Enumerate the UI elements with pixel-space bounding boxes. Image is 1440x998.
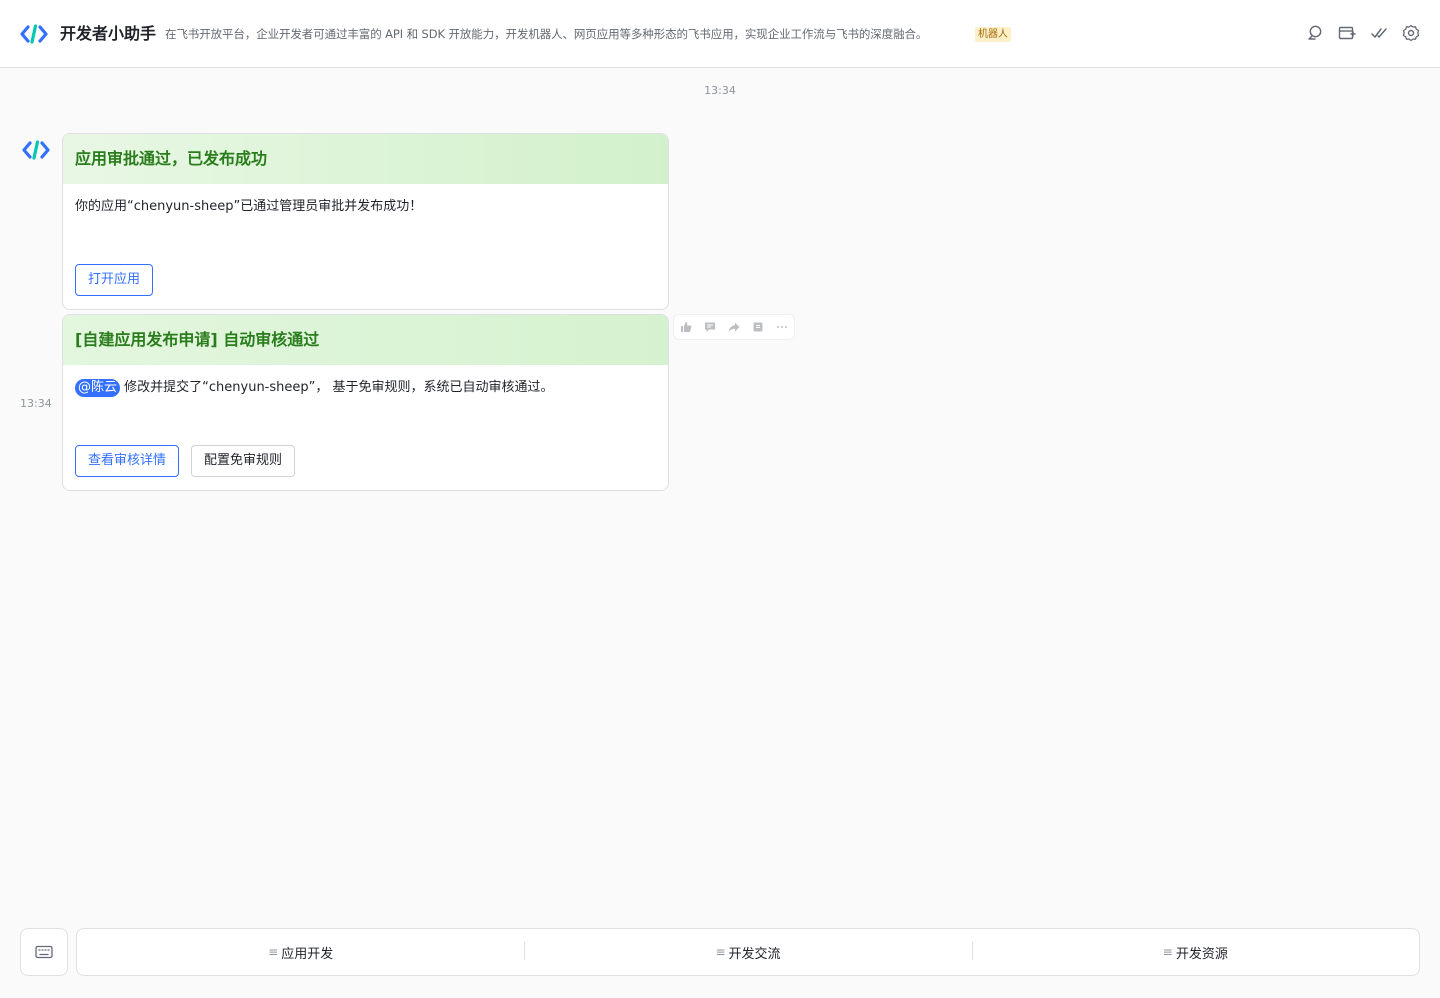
card-body-text: 修改并提交了“chenyun-sheep”， 基于免审规则，系统已自动审核通过。 bbox=[124, 380, 554, 395]
developer-assistant-logo-icon bbox=[20, 24, 48, 44]
more-icon[interactable] bbox=[770, 315, 794, 339]
card-header: [自建应用发布申请] 自动审核通过 bbox=[63, 315, 668, 365]
configure-exemption-rules-button[interactable]: 配置免审规则 bbox=[191, 445, 296, 477]
card-title: 应用审批通过，已发布成功 bbox=[75, 149, 268, 168]
bot-menu-bar: ≡ 应用开发 ≡ 开发交流 ≡ 开发资源 bbox=[76, 928, 1420, 976]
open-app-button[interactable]: 打开应用 bbox=[75, 264, 154, 296]
forward-icon[interactable] bbox=[722, 315, 746, 339]
delete-icon[interactable] bbox=[746, 315, 770, 339]
message-timestamp: 13:34 bbox=[704, 84, 736, 97]
card-actions: 打开应用 bbox=[75, 264, 154, 296]
card-actions: 查看审核详情 配置免审规则 bbox=[75, 445, 296, 477]
keyboard-icon bbox=[35, 945, 53, 959]
message-card: [自建应用发布申请] 自动审核通过 @陈云 修改并提交了“chenyun-she… bbox=[62, 314, 669, 491]
menu-item-dev-community[interactable]: ≡ 开发交流 bbox=[524, 928, 971, 976]
card-body: 你的应用“chenyun-sheep”已通过管理员审批并发布成功！ bbox=[63, 184, 668, 260]
thumbs-up-icon[interactable] bbox=[674, 315, 698, 339]
chat-description: 在飞书开放平台，企业开发者可通过丰富的 API 和 SDK 开放能力，开发机器人… bbox=[165, 27, 928, 41]
settings-icon[interactable] bbox=[1402, 24, 1420, 42]
comment-icon[interactable] bbox=[698, 315, 722, 339]
search-icon[interactable] bbox=[1306, 24, 1324, 42]
chat-title: 开发者小助手 bbox=[60, 24, 157, 43]
card-body: @陈云 修改并提交了“chenyun-sheep”， 基于免审规则，系统已自动审… bbox=[63, 365, 668, 441]
chat-header: 开发者小助手 在飞书开放平台，企业开发者可通过丰富的 API 和 SDK 开放能… bbox=[0, 0, 1440, 68]
menu-item-dev-resources[interactable]: ≡ 开发资源 bbox=[971, 928, 1419, 976]
add-tab-icon[interactable] bbox=[1338, 24, 1356, 42]
menu-icon: ≡ bbox=[1162, 945, 1173, 959]
menu-item-label: 应用开发 bbox=[281, 946, 334, 962]
user-mention[interactable]: @陈云 bbox=[75, 379, 121, 397]
bot-badge: 机器人 bbox=[975, 27, 1011, 42]
menu-item-label: 开发交流 bbox=[728, 946, 781, 962]
keyboard-toggle-button[interactable] bbox=[20, 928, 68, 976]
hover-timestamp: 13:34 bbox=[20, 397, 52, 410]
card-title: [自建应用发布申请] 自动审核通过 bbox=[75, 330, 320, 349]
bot-avatar-icon[interactable] bbox=[22, 139, 50, 161]
checklist-icon[interactable] bbox=[1370, 24, 1388, 42]
message-toolbar bbox=[673, 314, 795, 340]
menu-item-label: 开发资源 bbox=[1175, 946, 1228, 962]
menu-icon: ≡ bbox=[715, 945, 726, 959]
menu-icon: ≡ bbox=[268, 945, 279, 959]
card-header: 应用审批通过，已发布成功 bbox=[63, 134, 668, 184]
menu-item-app-development[interactable]: ≡ 应用开发 bbox=[77, 928, 524, 976]
view-review-details-button[interactable]: 查看审核详情 bbox=[75, 445, 180, 477]
card-body-text: 你的应用“chenyun-sheep”已通过管理员审批并发布成功！ bbox=[75, 199, 423, 214]
message-card: 应用审批通过，已发布成功 你的应用“chenyun-sheep”已通过管理员审批… bbox=[62, 133, 669, 310]
